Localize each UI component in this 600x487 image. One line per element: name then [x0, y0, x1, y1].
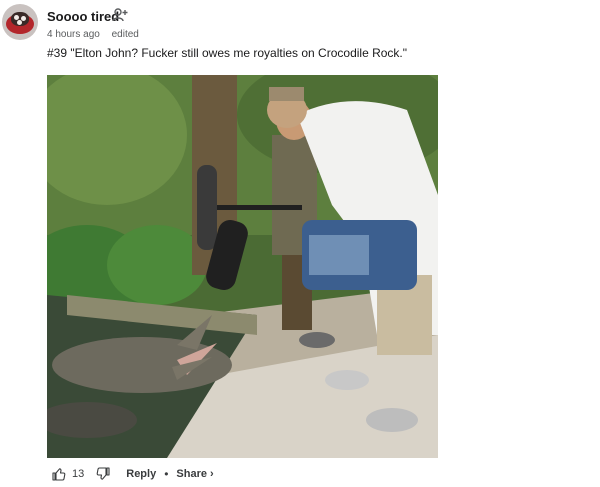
comment-image[interactable]: [47, 75, 438, 458]
username[interactable]: Soooo tired: [47, 9, 119, 24]
reply-button[interactable]: Reply: [126, 468, 156, 480]
avatar[interactable]: [2, 4, 38, 40]
comment-meta: 4 hours ago edited: [47, 29, 148, 40]
upvote-icon[interactable]: [52, 467, 66, 481]
avatar-dot: [17, 20, 22, 25]
edited-label: edited: [111, 29, 139, 40]
avatar-dot: [21, 16, 26, 21]
action-separator: •: [164, 467, 169, 481]
downvote-icon[interactable]: [96, 467, 110, 481]
vote-count: 13: [72, 468, 85, 480]
comment-body: #39 "Elton John? Fucker still owes me ro…: [47, 46, 408, 60]
timestamp: 4 hours ago: [47, 29, 100, 40]
comment-actions: 13 Reply • Share ›: [52, 466, 214, 482]
crocodile-photo-icon: [47, 75, 438, 458]
add-user-icon[interactable]: [112, 8, 128, 22]
share-button[interactable]: Share ›: [176, 468, 213, 480]
